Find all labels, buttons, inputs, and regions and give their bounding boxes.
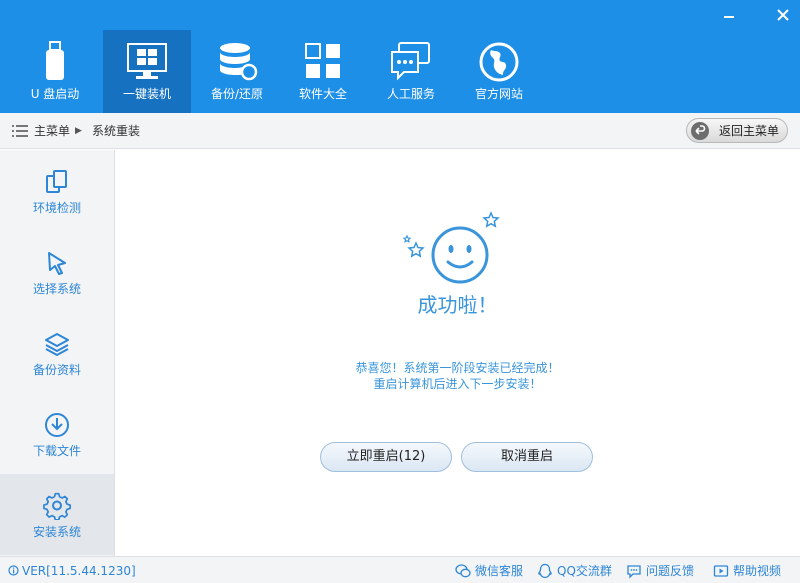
sidebar-item-select-system[interactable]: 选择系统 [0,231,114,312]
back-to-main-menu-button[interactable]: 返回主菜单 [686,118,788,143]
footer-link-label: 帮助视频 [733,564,782,578]
footer-link-feedback[interactable]: 问题反馈 [627,563,695,579]
cancel-restart-button[interactable]: 取消重启 [461,442,593,472]
download-circle-icon [45,413,69,437]
sidebar-item-environment-check[interactable]: 环境检测 [0,150,114,231]
nav-usb-boot[interactable]: U 盘启动 [11,30,99,101]
back-button-label: 返回主菜单 [719,124,780,138]
globe-icon [479,42,519,82]
nav-label: 备份/还原 [210,87,264,101]
top-navigation-bar: U 盘启动 一键装机 备份/还原 软件大全 人工服务 官方网站 [0,0,800,113]
nav-label: 软件大全 [298,87,347,101]
copy-devices-icon [46,170,67,193]
nav-backup-restore[interactable]: 备份/还原 [193,30,281,101]
windows-monitor-icon [127,43,167,79]
chat-bubbles-icon [391,42,430,81]
version-label: VER[11.5.44.1230] [22,564,136,578]
apps-grid-icon [305,43,340,78]
smiley-face-icon [402,211,500,284]
breadcrumb: 主菜单 ▶ 系统重装 返回主菜单 [0,113,800,149]
sidebar-item-label: 安装系统 [32,525,81,539]
success-message-line-1: 恭喜您！系统第一阶段安装已经完成！ [355,361,560,375]
nav-human-service[interactable]: 人工服务 [367,30,455,101]
footer-link-wechat-support[interactable]: 微信客服 [455,563,524,579]
sidebar-item-backup-data[interactable]: 备份资料 [0,312,114,393]
restart-now-button[interactable]: 立即重启(12) [320,442,452,472]
sidebar-item-install-system[interactable]: 安装系统 [0,474,114,555]
usb-drive-icon [46,41,64,80]
step-sidebar: 环境检测 选择系统 备份资料 下载文件 安装系统 [0,150,115,556]
sidebar-item-label: 选择系统 [32,282,81,296]
footer-link-qq-group[interactable]: QQ交流群 [538,563,612,579]
main-content: 成功啦！ 恭喜您！系统第一阶段安装已经完成！ 重启计算机后进入下一步安装！ 立即… [115,150,800,556]
breadcrumb-arrow-icon: ▶ [75,126,82,136]
menu-list-icon [12,125,28,137]
status-footer: VER[11.5.44.1230] 微信客服 QQ交流群 问题反馈 帮助视频 [0,556,800,583]
sidebar-item-label: 环境检测 [32,201,81,215]
sidebar-item-label: 下载文件 [32,444,81,458]
footer-link-help-video[interactable]: 帮助视频 [713,563,782,579]
breadcrumb-current: 系统重装 [92,124,141,138]
nav-official-site[interactable]: 官方网站 [455,30,543,101]
feedback-icon [627,565,641,579]
cursor-arrow-icon [48,252,66,275]
minimize-icon[interactable] [719,6,739,24]
footer-link-label: 微信客服 [475,564,524,578]
success-message-line-2: 重启计算机后进入下一步安装！ [373,377,542,391]
sidebar-item-label: 备份资料 [32,363,81,377]
nav-software[interactable]: 软件大全 [279,30,367,101]
qq-icon [538,563,552,579]
gear-icon [43,492,71,520]
nav-label: 一键装机 [122,87,171,101]
success-title: 成功啦！ [417,293,498,317]
sidebar-item-download-files[interactable]: 下载文件 [0,393,114,474]
footer-link-label: QQ交流群 [557,564,612,578]
database-restore-icon [220,43,258,81]
nav-label: U 盘启动 [30,87,80,101]
wechat-icon [455,564,471,578]
video-icon [713,565,729,577]
nav-label: 人工服务 [386,87,435,101]
footer-link-label: 问题反馈 [646,564,695,578]
layers-icon [45,333,69,356]
close-icon[interactable] [773,6,793,24]
info-icon [8,565,19,576]
nav-label: 官方网站 [474,87,523,101]
nav-one-click-install[interactable]: 一键装机 [103,30,191,113]
return-arrow-icon [691,122,709,140]
breadcrumb-home[interactable]: 主菜单 [34,123,70,139]
